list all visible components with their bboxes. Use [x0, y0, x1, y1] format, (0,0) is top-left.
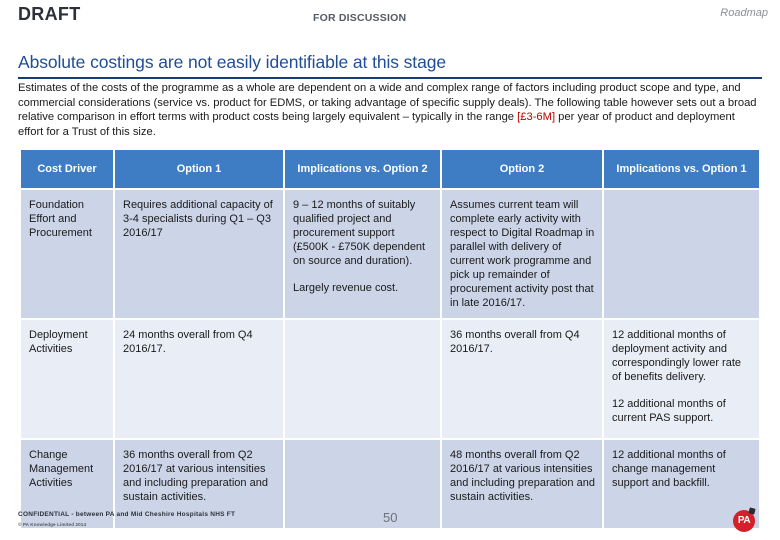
cell-paragraph: Assumes current team will complete early… — [450, 199, 595, 309]
page-number: 50 — [383, 510, 398, 525]
cell-paragraph: 48 months overall from Q2 2016/17 at var… — [450, 449, 595, 503]
cell-cost-driver: Deployment Activities — [21, 320, 113, 438]
deck-name-label: Roadmap — [720, 7, 768, 19]
table-row: Deployment Activities 24 months overall … — [21, 320, 759, 438]
cell-option-2: 36 months overall from Q4 2016/17. — [442, 320, 602, 438]
cell-implications-vs-option-1 — [604, 190, 759, 318]
cell-paragraph: 24 months overall from Q4 2016/17. — [123, 329, 253, 355]
cell-option-1: 24 months overall from Q4 2016/17. — [115, 320, 283, 438]
table-row: Foundation Effort and Procurement Requir… — [21, 190, 759, 318]
column-header-cost-driver: Cost Driver — [21, 150, 113, 188]
table-body: Foundation Effort and Procurement Requir… — [21, 190, 759, 528]
pa-logo-text: PA — [737, 515, 751, 526]
cell-paragraph: 36 months overall from Q4 2016/17. — [450, 329, 580, 355]
column-header-option-1: Option 1 — [115, 150, 283, 188]
cost-range-highlight: [£3-6M] — [517, 111, 556, 124]
cell-implications-vs-option-2: 9 – 12 months of suitably qualified proj… — [285, 190, 440, 318]
cell-implications-vs-option-2 — [285, 440, 440, 528]
cell-paragraph: 12 additional months of current PAS supp… — [612, 398, 726, 424]
column-header-option-2: Option 2 — [442, 150, 602, 188]
for-discussion-label: FOR DISCUSSION — [313, 12, 407, 24]
draft-label: DRAFT — [18, 4, 81, 24]
cell-paragraph: 12 additional months of change managemen… — [612, 449, 726, 489]
title-divider — [18, 77, 762, 79]
cell-paragraph: Largely revenue cost. — [293, 282, 399, 294]
cell-paragraph: Requires additional capacity of 3-4 spec… — [123, 199, 273, 239]
cell-paragraph: 12 additional months of deployment activ… — [612, 329, 742, 383]
cell-option-1: Requires additional capacity of 3-4 spec… — [115, 190, 283, 318]
slide-header: DRAFT FOR DISCUSSION Roadmap — [0, 0, 780, 40]
footer-confidential-notice: CONFIDENTIAL - between PA and Mid Cheshi… — [18, 511, 236, 518]
column-header-implications-vs-option-1: Implications vs. Option 1 — [604, 150, 759, 188]
footer-copyright: © PA Knowledge Limited 2014 — [18, 522, 87, 527]
cell-implications-vs-option-2 — [285, 320, 440, 438]
cell-paragraph: 36 months overall from Q2 2016/17 at var… — [123, 449, 268, 503]
cell-paragraph: 9 – 12 months of suitably qualified proj… — [293, 199, 426, 267]
intro-paragraph: Estimates of the costs of the programme … — [18, 81, 762, 139]
page-title: Absolute costings are not easily identif… — [18, 52, 446, 72]
pa-logo: PA — [733, 507, 759, 534]
cost-comparison-table: Cost Driver Option 1 Implications vs. Op… — [19, 148, 761, 530]
table-header-row: Cost Driver Option 1 Implications vs. Op… — [21, 150, 759, 188]
cell-option-2: 48 months overall from Q2 2016/17 at var… — [442, 440, 602, 528]
column-header-implications-vs-option-2: Implications vs. Option 2 — [285, 150, 440, 188]
cell-option-2: Assumes current team will complete early… — [442, 190, 602, 318]
cell-cost-driver: Foundation Effort and Procurement — [21, 190, 113, 318]
cell-implications-vs-option-1: 12 additional months of deployment activ… — [604, 320, 759, 438]
